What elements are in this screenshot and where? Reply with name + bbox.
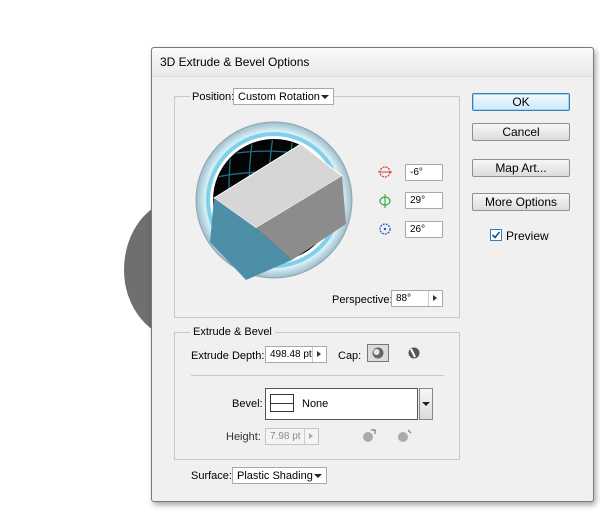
bevel-dropdown[interactable]: None [265, 388, 433, 420]
z-axis-rotate-icon [379, 223, 391, 235]
bevel-height-label: Height: [226, 431, 261, 443]
ok-button[interactable]: OK [472, 93, 570, 111]
surface-dropdown-value: Plastic Shading [237, 470, 313, 482]
rotation-trackball[interactable] [194, 120, 354, 280]
bevel-dropdown-value: None [302, 398, 329, 410]
map-art-button[interactable]: Map Art... [472, 159, 570, 177]
surface-label: Surface: [191, 470, 232, 482]
position-label: Position: [190, 91, 237, 103]
preview-checkbox[interactable] [490, 229, 502, 241]
cap-label: Cap: [338, 350, 362, 362]
z-rotation-field[interactable]: 26° [405, 221, 443, 238]
perspective-field[interactable]: 88° [391, 290, 443, 307]
cancel-button[interactable]: Cancel [472, 123, 570, 141]
y-rotation-field[interactable]: 29° [405, 192, 443, 209]
bevel-label: Bevel: [232, 398, 263, 410]
preview-label: Preview [506, 229, 549, 243]
perspective-label: Perspective: [332, 294, 393, 306]
perspective-slider-arrow[interactable] [428, 291, 442, 306]
cap-off-icon[interactable] [406, 346, 422, 360]
extrude-depth-slider-arrow[interactable] [312, 347, 326, 362]
more-options-button[interactable]: More Options [472, 193, 570, 211]
cap-on-button[interactable] [367, 344, 389, 362]
bevel-dropdown-toggle[interactable] [419, 388, 433, 420]
x-rotation-field[interactable]: -6° [405, 164, 443, 181]
chevron-down-icon [422, 402, 430, 406]
extrude-depth-field[interactable]: 498.48 pt [265, 346, 327, 363]
y-axis-rotate-icon [379, 194, 391, 208]
extrude-bevel-dialog: 3D Extrude & Bevel Options Position: Cus… [151, 47, 594, 502]
bevel-extent-in-icon[interactable] [395, 428, 413, 444]
bevel-extent-out-icon[interactable] [359, 428, 377, 444]
title-bar: 3D Extrude & Bevel Options [152, 48, 593, 77]
cap-on-icon [372, 347, 384, 359]
bevel-preview-swatch [270, 394, 294, 412]
extrude-depth-label: Extrude Depth: [191, 350, 265, 362]
chevron-down-icon [314, 474, 322, 478]
extrude-divider [191, 375, 444, 376]
extrude-bevel-group-label: Extrude & Bevel [190, 326, 275, 338]
position-dropdown-value: Custom Rotation [238, 91, 320, 103]
window-title: 3D Extrude & Bevel Options [160, 55, 310, 69]
position-dropdown[interactable]: Custom Rotation [233, 88, 334, 105]
checkmark-icon [491, 231, 501, 239]
surface-dropdown[interactable]: Plastic Shading [232, 467, 327, 484]
bevel-height-field[interactable]: 7.98 pt [265, 428, 319, 445]
chevron-down-icon [321, 95, 329, 99]
x-axis-rotate-icon [378, 166, 392, 178]
bevel-height-slider-arrow[interactable] [304, 429, 318, 444]
